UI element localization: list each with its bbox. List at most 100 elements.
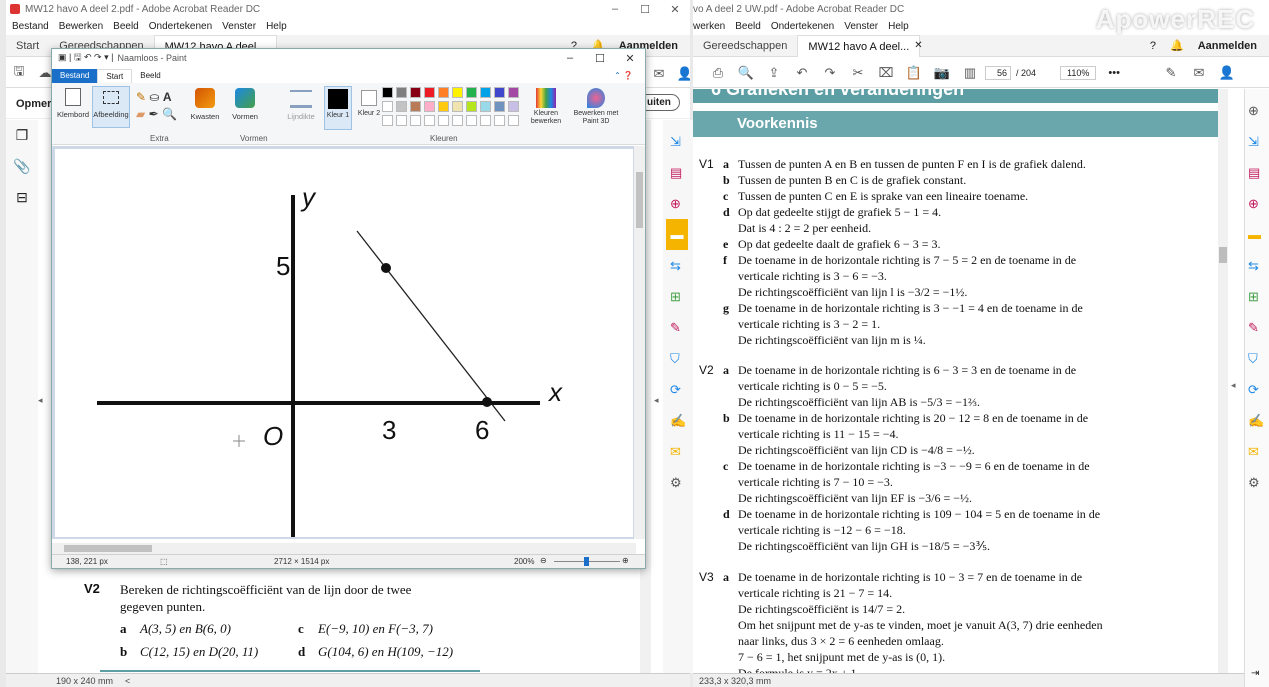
menu-help[interactable]: Help <box>266 21 287 32</box>
palette-swatch-empty[interactable] <box>396 115 407 126</box>
menu-beeld-r[interactable]: Beeld <box>735 21 761 32</box>
line-width-button[interactable]: Lijndikte <box>284 86 318 121</box>
palette-swatch[interactable] <box>466 87 477 98</box>
palette-swatch[interactable] <box>396 101 407 112</box>
minimize-button[interactable]: – <box>600 3 630 16</box>
redo-icon[interactable]: ↷ <box>817 61 843 85</box>
menu-venster[interactable]: Venster <box>222 21 256 32</box>
palette-swatch[interactable] <box>452 87 463 98</box>
paint-maximize[interactable]: ☐ <box>585 52 615 65</box>
zoom-out-button[interactable]: ⊖ <box>540 556 547 565</box>
palette-swatch[interactable] <box>480 87 491 98</box>
palette-swatch-empty[interactable] <box>480 115 491 126</box>
menu-bewerken-r[interactable]: werken <box>693 21 725 32</box>
tab-tools-r[interactable]: Gereedschappen <box>693 35 797 57</box>
tools-icon-m[interactable]: ⚙ <box>670 467 688 498</box>
palette-swatch[interactable] <box>424 101 435 112</box>
palette-swatch-empty[interactable] <box>424 115 435 126</box>
magnifier-icon[interactable]: 🔍 <box>162 107 177 121</box>
clipboard-icon[interactable]: 📋 <box>901 61 927 85</box>
left-collapse-arrow[interactable]: ◂ <box>38 395 43 406</box>
pencil-icon[interactable]: ✎ <box>136 90 146 104</box>
upload-icon[interactable]: ⇪ <box>761 61 787 85</box>
clipboard-group[interactable]: Klembord <box>56 86 90 119</box>
palette-swatch-empty[interactable] <box>508 115 519 126</box>
palette-swatch[interactable] <box>494 87 505 98</box>
palette-swatch-empty[interactable] <box>438 115 449 126</box>
paint-vscroll[interactable] <box>634 146 645 539</box>
menu-ondertekenen-r[interactable]: Ondertekenen <box>771 21 834 32</box>
menu-help-r[interactable]: Help <box>888 21 909 32</box>
attachment-icon[interactable]: 📎 <box>6 151 38 182</box>
save-icon[interactable]: 🖫 <box>6 61 32 85</box>
palette-swatch[interactable] <box>424 87 435 98</box>
create-icon-m[interactable]: ⊕ <box>670 188 688 219</box>
more-icon[interactable]: ••• <box>1108 67 1120 79</box>
palette-swatch[interactable] <box>508 101 519 112</box>
mail-icon-r[interactable]: ✉ <box>1186 61 1212 85</box>
fill-sign-icon[interactable]: ✎ <box>1248 312 1264 343</box>
menu-bewerken[interactable]: Bewerken <box>59 21 103 32</box>
export-icon-m[interactable]: ⇲ <box>670 126 688 157</box>
palette-swatch[interactable] <box>410 101 421 112</box>
fill-icon[interactable]: ⛀ <box>149 90 159 104</box>
user-add-icon[interactable]: 👤 <box>672 62 690 86</box>
optimize-icon-m[interactable]: ⟳ <box>670 374 688 405</box>
send-icon-m[interactable]: ✉ <box>670 436 688 467</box>
paint-help-icon[interactable]: ⌃ ❓ <box>606 69 641 83</box>
palette-swatch[interactable] <box>438 87 449 98</box>
paint-hscroll[interactable] <box>52 543 636 554</box>
color1-button[interactable]: Kleur 1 <box>324 86 352 130</box>
paint-tab-file[interactable]: Bestand <box>52 69 98 83</box>
user-add-icon-r[interactable]: 👤 <box>1214 61 1240 85</box>
fill-icon-m[interactable]: ✎ <box>670 312 688 343</box>
eraser-icon[interactable]: ▰ <box>136 107 145 121</box>
organize-icon-m[interactable]: ▤ <box>670 157 688 188</box>
paint-tab-view[interactable]: Beeld <box>132 69 168 83</box>
palette-swatch[interactable] <box>508 87 519 98</box>
edit-pdf-icon[interactable]: ⊕ <box>1248 188 1264 219</box>
menu-bestand[interactable]: Bestand <box>12 21 49 32</box>
edit-colors-button[interactable]: Kleuren bewerken <box>528 86 564 126</box>
zoom-select[interactable]: 110% <box>1060 65 1097 80</box>
protect-icon[interactable]: ⛉ <box>1248 343 1264 374</box>
palette-swatch-empty[interactable] <box>494 115 505 126</box>
paint-close[interactable]: ✕ <box>615 52 645 65</box>
comment-tool-icon[interactable]: ▬ <box>1248 219 1264 250</box>
paint-canvas[interactable]: y x 5 O 3 6 <box>55 149 633 537</box>
combine-icon-m[interactable]: ⇆ <box>670 250 688 281</box>
comment-label[interactable]: Opmer <box>16 98 51 110</box>
combine-icon[interactable]: ⇆ <box>1248 250 1264 281</box>
zoom-slider-thumb[interactable] <box>584 557 589 566</box>
export-pdf-icon[interactable]: ⇲ <box>1248 126 1264 157</box>
paint-tab-start[interactable]: Start <box>97 69 133 83</box>
close-button[interactable]: ✕ <box>660 3 690 16</box>
palette-swatch[interactable] <box>494 101 505 112</box>
palette-swatch[interactable] <box>466 101 477 112</box>
right-collapse-arrow[interactable]: ◂ <box>1231 380 1236 391</box>
zoom-tool-icon[interactable]: ⊕ <box>1248 95 1264 126</box>
paint-minimize[interactable]: – <box>555 52 585 65</box>
color2-button[interactable]: Kleur 2 <box>356 86 382 117</box>
left-hscroll-arrow[interactable]: < <box>125 676 130 686</box>
palette-swatch[interactable] <box>438 101 449 112</box>
palette-swatch[interactable] <box>480 101 491 112</box>
layers-icon[interactable]: ⊟ <box>6 182 38 213</box>
menu-beeld[interactable]: Beeld <box>113 21 139 32</box>
undo-icon[interactable]: ↶ <box>789 61 815 85</box>
menu-ondertekenen[interactable]: Ondertekenen <box>149 21 212 32</box>
brushes-button[interactable]: Kwasten <box>188 86 222 121</box>
tools-collapse-icon[interactable]: ⇥ <box>1251 668 1259 679</box>
send-icon[interactable]: ✉ <box>1248 436 1264 467</box>
palette-swatch[interactable] <box>452 101 463 112</box>
palette-swatch[interactable] <box>382 87 393 98</box>
right-vscroll[interactable] <box>1218 89 1228 673</box>
maximize-button[interactable]: ☐ <box>630 3 660 16</box>
sign-icon-m[interactable]: ✍ <box>670 405 688 436</box>
palette-swatch-empty[interactable] <box>466 115 477 126</box>
middle-collapse-arrow[interactable]: ◂ <box>654 395 659 406</box>
palette-swatch[interactable] <box>396 87 407 98</box>
tab-start[interactable]: Start <box>6 35 49 57</box>
picker-icon[interactable]: ✒ <box>149 107 159 121</box>
shapes-button[interactable]: Vormen <box>228 86 262 121</box>
